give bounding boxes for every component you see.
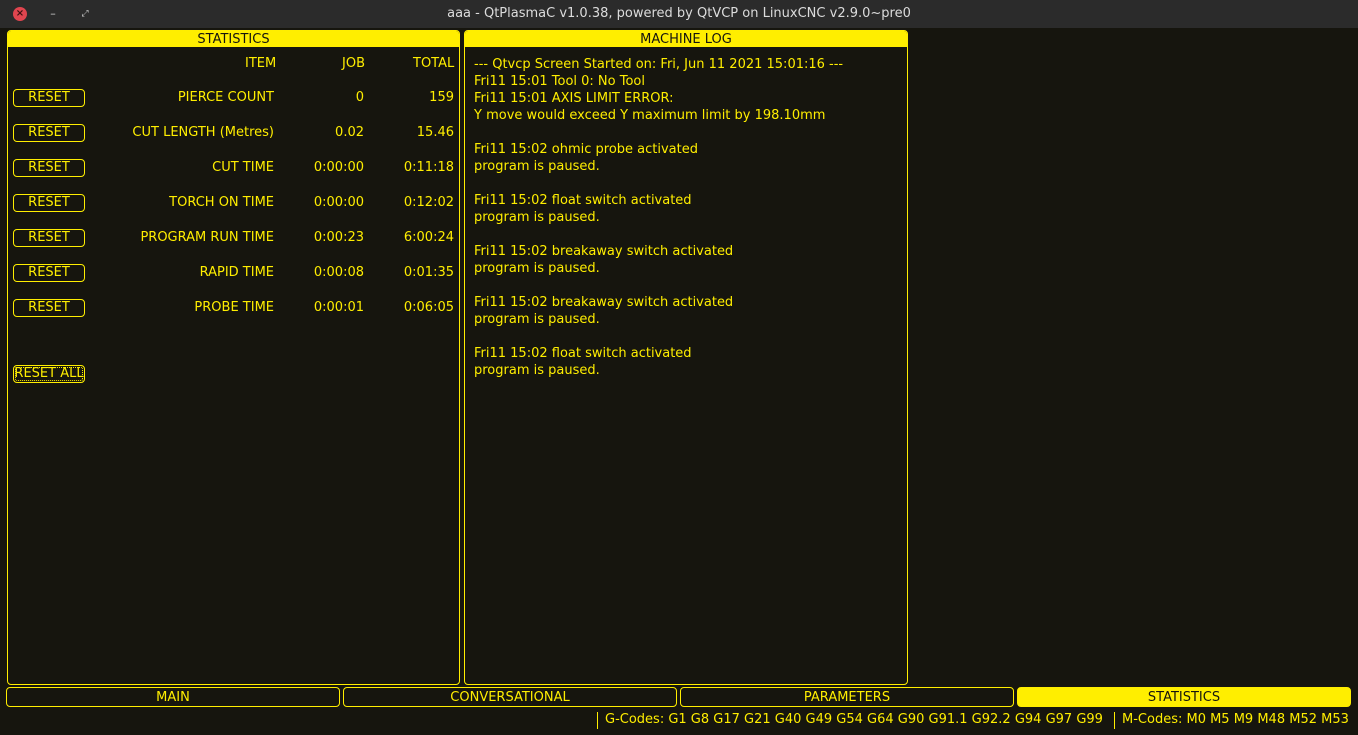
reset-button[interactable]: RESET [13,194,85,212]
log-line: Fri11 15:02 float switch activated [474,193,692,208]
log-line: Fri11 15:02 breakaway switch activated [474,244,734,259]
machine-log-header: MACHINE LOG [465,31,907,47]
log-line: Fri11 15:02 breakaway switch activated [474,295,734,310]
stat-item-label: PROBE TIME [194,300,274,315]
column-header-job: JOB [342,56,365,71]
stat-item-label: RAPID TIME [199,265,274,280]
window-titlebar: × – ⤢ aaa - QtPlasmaC v1.0.38, powered b… [0,0,1358,28]
stat-job-value: 0 [355,90,364,105]
log-line: program is paused. [474,312,600,327]
stat-job-value: 0:00:23 [313,230,364,245]
window-title: aaa - QtPlasmaC v1.0.38, powered by QtVC… [447,6,911,21]
stat-total-value: 0:12:02 [403,195,454,210]
log-line: Fri11 15:01 AXIS LIMIT ERROR: [474,91,674,106]
reset-button[interactable]: RESET [13,124,85,142]
tab-statistics[interactable]: STATISTICS [1017,687,1351,707]
statistics-panel: STATISTICS ITEM JOB TOTAL RESET PIERCE CO… [7,30,460,685]
log-line: --- Qtvcp Screen Started on: Fri, Jun 11… [474,57,844,72]
machine-log-panel: MACHINE LOG --- Qtvcp Screen Started on:… [464,30,908,685]
tab-main[interactable]: MAIN [6,687,340,707]
log-line: Fri11 15:01 Tool 0: No Tool [474,74,645,89]
log-line: Fri11 15:02 float switch activated [474,346,692,361]
machine-log-text[interactable]: --- Qtvcp Screen Started on: Fri, Jun 11… [474,56,901,379]
stat-item-label: CUT LENGTH (Metres) [132,125,274,140]
log-line: Fri11 15:02 ohmic probe activated [474,142,698,157]
log-line: program is paused. [474,210,600,225]
status-divider [1114,712,1115,729]
stat-item-label: PIERCE COUNT [177,90,274,105]
reset-button[interactable]: RESET [13,159,85,177]
reset-all-button[interactable]: RESET ALL [13,365,85,383]
stat-job-value: 0:00:01 [313,300,364,315]
tab-parameters[interactable]: PARAMETERS [680,687,1014,707]
stat-total-value: 0:11:18 [403,160,454,175]
reset-button[interactable]: RESET [13,89,85,107]
stat-job-value: 0:00:00 [313,160,364,175]
log-line: program is paused. [474,159,600,174]
stat-total-value: 0:01:35 [403,265,454,280]
reset-button[interactable]: RESET [13,229,85,247]
column-header-total: TOTAL [413,56,455,71]
stat-total-value: 159 [429,90,454,105]
stat-total-value: 6:00:24 [403,230,454,245]
mcodes-status: M-Codes: M0 M5 M9 M48 M52 M53 [1122,712,1349,727]
stat-total-value: 0:06:05 [403,300,454,315]
log-line: Y move would exceed Y maximum limit by 1… [474,108,826,123]
statistics-header: STATISTICS [8,31,459,47]
main-tab-bar: MAIN CONVERSATIONAL PARAMETERS STATISTICS [6,687,1353,707]
reset-button[interactable]: RESET [13,299,85,317]
stat-total-value: 15.46 [416,125,454,140]
reset-button[interactable]: RESET [13,264,85,282]
column-header-item: ITEM [245,56,277,71]
tab-conversational[interactable]: CONVERSATIONAL [343,687,677,707]
stat-item-label: CUT TIME [212,160,274,175]
status-divider [597,712,598,729]
stat-job-value: 0:00:00 [313,195,364,210]
log-line: program is paused. [474,363,600,378]
log-line: program is paused. [474,261,600,276]
status-bar: G-Codes: G1 G8 G17 G21 G40 G49 G54 G64 G… [0,709,1358,735]
gcodes-status: G-Codes: G1 G8 G17 G21 G40 G49 G54 G64 G… [605,712,1103,727]
stat-job-value: 0:00:08 [313,265,364,280]
stat-item-label: PROGRAM RUN TIME [140,230,274,245]
stat-item-label: TORCH ON TIME [169,195,274,210]
stat-job-value: 0.02 [335,125,364,140]
